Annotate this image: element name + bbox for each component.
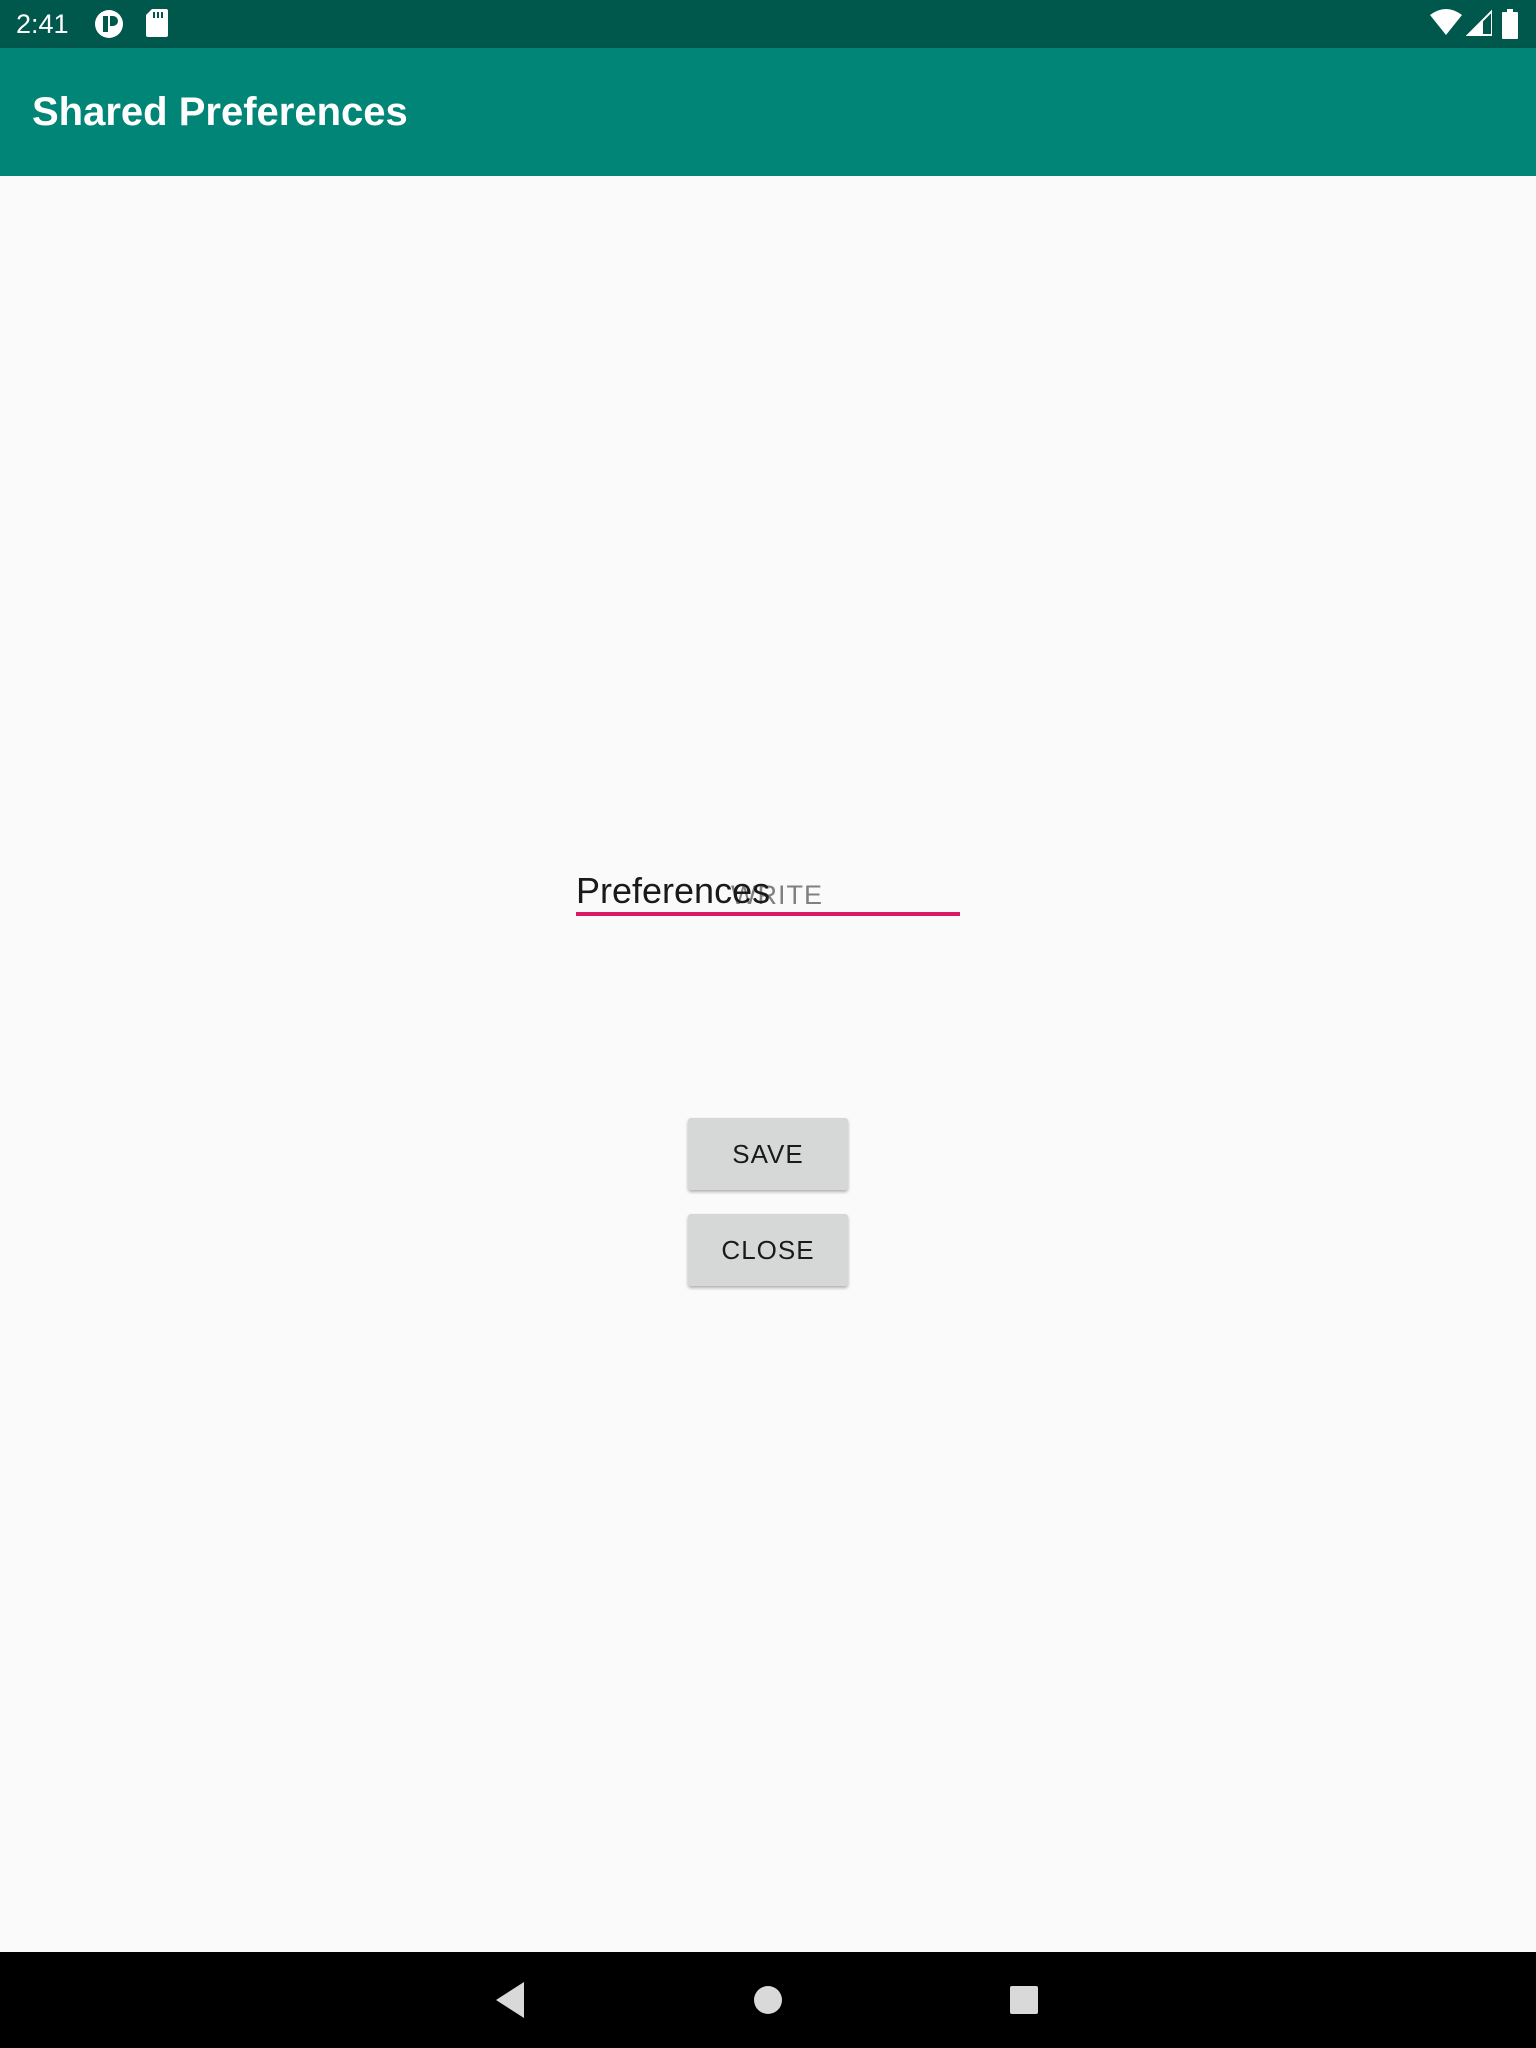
battery-icon <box>1502 9 1518 44</box>
back-icon[interactable] <box>494 1980 526 2025</box>
save-button[interactable]: SAVE <box>688 1118 848 1190</box>
home-icon[interactable] <box>752 1980 784 2025</box>
input-underline <box>576 912 960 916</box>
signal-icon <box>1465 8 1493 42</box>
preferences-input-wrapper: WRITE <box>576 860 960 916</box>
status-time: 2:41 <box>16 9 69 39</box>
wifi-icon <box>1430 9 1462 42</box>
vpn-key-icon <box>92 9 126 44</box>
navigation-bar <box>0 1952 1536 2048</box>
preferences-input[interactable] <box>576 860 960 916</box>
app-bar: Shared Preferences <box>0 48 1536 176</box>
app-title: Shared Preferences <box>32 90 408 134</box>
status-bar: 2:41 <box>0 0 1536 48</box>
close-button[interactable]: CLOSE <box>688 1214 848 1286</box>
sd-card-icon <box>146 9 168 42</box>
main-content <box>0 176 1536 1952</box>
recents-icon[interactable] <box>1008 1980 1040 2025</box>
